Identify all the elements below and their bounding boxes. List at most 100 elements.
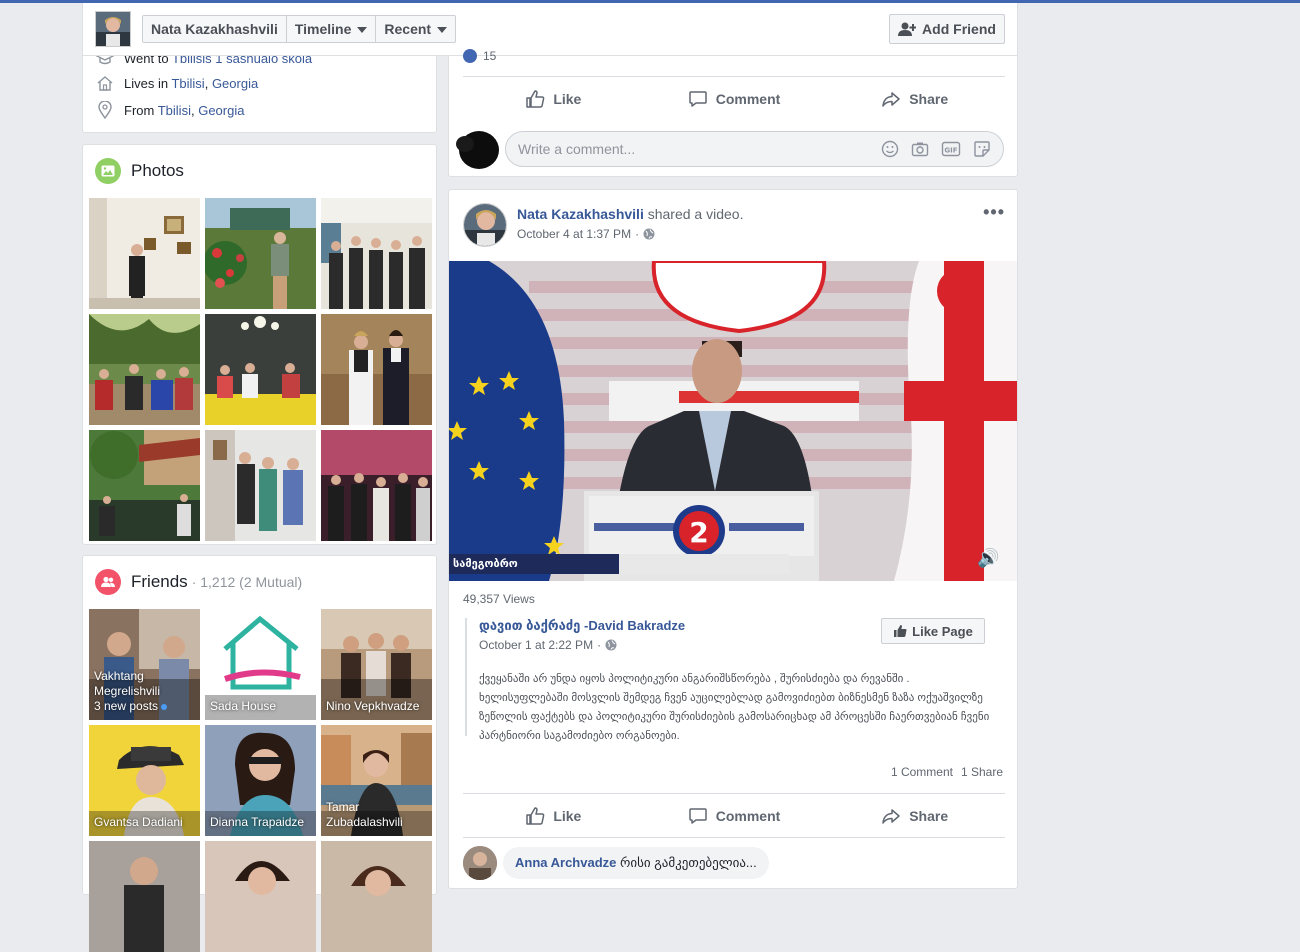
- photo-thumbnail[interactable]: [89, 430, 200, 541]
- school-link[interactable]: Tbilisis 1 sashualo skola: [172, 56, 312, 66]
- location-pin-icon: [96, 101, 114, 119]
- commenter-avatar[interactable]: [463, 846, 497, 880]
- friends-header[interactable]: Friends · 1,212 (2 Mutual): [95, 569, 302, 595]
- shares-count[interactable]: 1 Share: [961, 765, 1003, 779]
- photo-thumbnail[interactable]: [321, 198, 432, 309]
- timeline-dropdown[interactable]: Timeline: [287, 16, 377, 42]
- lives-city-link[interactable]: Tbilisi: [171, 76, 204, 91]
- lives-prefix: Lives in: [124, 75, 169, 91]
- profile-nav: Nata Kazakhashvili Timeline Recent: [142, 15, 457, 43]
- intro-from-row: From Tbilisi, Georgia: [96, 100, 244, 120]
- svg-text:GIF: GIF: [944, 147, 957, 155]
- photo-thumbnail[interactable]: [321, 314, 432, 425]
- photo-thumbnail[interactable]: [89, 198, 200, 309]
- photos-header[interactable]: Photos: [95, 158, 184, 184]
- globe-icon: [643, 228, 655, 240]
- photo-thumbnail[interactable]: [321, 430, 432, 541]
- thumbs-up-icon: [526, 806, 545, 825]
- like-page-label: Like Page: [912, 623, 973, 639]
- friend-name: Dianna Trapaidze: [210, 815, 305, 829]
- recent-dropdown[interactable]: Recent: [376, 16, 455, 42]
- share-button[interactable]: Share: [824, 77, 1005, 120]
- friend-tile[interactable]: Gvantsa Dadiani: [89, 725, 200, 836]
- video-banner-caption: სამეგობრო: [453, 557, 518, 570]
- photo-thumbnail[interactable]: [89, 314, 200, 425]
- shared-timestamp[interactable]: October 1 at 2:22 PM: [479, 638, 593, 652]
- speaker-icon[interactable]: 🔊: [977, 547, 999, 569]
- svg-text:2: 2: [689, 516, 708, 549]
- comments-count[interactable]: 1 Comment: [891, 765, 953, 779]
- thumbs-up-icon: [894, 625, 907, 637]
- add-friend-icon: [898, 22, 917, 36]
- previous-post-card: 15 Like Comment Share Write a comment...…: [448, 49, 1018, 177]
- friend-new-posts: 3 new posts: [94, 699, 159, 713]
- comment-bubble: Anna Archvadze რისი გამკეთებელია...: [503, 847, 769, 879]
- went-to-prefix: Went to: [124, 56, 169, 66]
- profile-name-tab[interactable]: Nata Kazakhashvili: [143, 16, 287, 42]
- friend-name: Gvantsa Dadiani: [94, 815, 183, 829]
- like-label: Like: [553, 807, 582, 824]
- post-action-bar: Like Comment Share: [463, 76, 1005, 120]
- friend-tile[interactable]: [205, 841, 316, 952]
- photos-icon: [95, 158, 121, 184]
- share-label: Share: [909, 90, 949, 107]
- friend-name: Nino Vepkhvadze: [326, 699, 420, 713]
- like-page-button[interactable]: Like Page: [881, 618, 985, 644]
- post-options-icon[interactable]: •••: [983, 202, 1005, 223]
- comment-label: Comment: [715, 807, 781, 824]
- post-action-text: shared a video.: [647, 206, 744, 222]
- from-country-link[interactable]: Georgia: [198, 103, 244, 118]
- friend-tile[interactable]: Sada House: [205, 609, 316, 720]
- emoji-icon[interactable]: [881, 140, 899, 158]
- photo-thumbnail[interactable]: [205, 430, 316, 541]
- profile-avatar[interactable]: [95, 11, 131, 47]
- like-button[interactable]: Like: [463, 794, 644, 837]
- from-prefix: From: [124, 102, 155, 118]
- timeline-label: Timeline: [294, 21, 352, 37]
- comment-button[interactable]: Comment: [644, 794, 825, 837]
- camera-icon[interactable]: [911, 140, 929, 158]
- post-author-avatar[interactable]: [463, 203, 507, 247]
- friend-tile[interactable]: Tamar Zubadalashvili: [321, 725, 432, 836]
- chevron-down-icon: [357, 27, 368, 33]
- friend-name: Vakhtang Megrelishvili: [94, 669, 161, 698]
- friends-card: Friends · 1,212 (2 Mutual) Vakhtang Megr…: [82, 555, 437, 952]
- comment-author[interactable]: Anna Archvadze: [515, 855, 616, 870]
- friend-tile[interactable]: Nino Vepkhvadze: [321, 609, 432, 720]
- video-player[interactable]: 2 🔊 სამეგობრო: [449, 261, 1017, 581]
- friends-title: Friends: [131, 572, 188, 591]
- lives-country-link[interactable]: Georgia: [212, 76, 258, 91]
- gif-icon[interactable]: GIF: [941, 140, 961, 158]
- photo-thumbnail[interactable]: [205, 314, 316, 425]
- sticker-icon[interactable]: [973, 140, 991, 158]
- intro-card: Went to Tbilisis 1 sashualo skola Lives …: [82, 56, 437, 133]
- add-friend-button[interactable]: Add Friend: [889, 14, 1005, 44]
- share-button[interactable]: Share: [824, 794, 1005, 837]
- friend-tile[interactable]: Dianna Trapaidze: [205, 725, 316, 836]
- friend-tile[interactable]: [321, 841, 432, 952]
- from-city-link[interactable]: Tbilisi: [158, 103, 191, 118]
- chevron-down-icon: [437, 27, 448, 33]
- share-arrow-icon: [882, 808, 900, 824]
- recent-label: Recent: [384, 21, 432, 37]
- post-timestamp[interactable]: October 4 at 1:37 PM: [517, 227, 631, 241]
- like-button[interactable]: Like: [463, 77, 644, 120]
- post-author-name[interactable]: Nata Kazakhashvili: [517, 206, 644, 222]
- profile-sticky-header: Nata Kazakhashvili Timeline Recent Add F…: [82, 3, 1018, 56]
- new-posts-dot-icon: [161, 703, 168, 710]
- photos-title: Photos: [131, 161, 184, 180]
- reaction-summary[interactable]: 15: [463, 49, 496, 63]
- friend-tile[interactable]: Vakhtang Megrelishvili 3 new posts: [89, 609, 200, 720]
- photos-grid: [89, 198, 432, 541]
- intro-education-row: Went to Tbilisis 1 sashualo skola: [96, 56, 312, 68]
- photos-card: Photos: [82, 144, 437, 545]
- write-comment-input[interactable]: Write a comment... GIF: [505, 131, 1004, 167]
- photo-thumbnail[interactable]: [205, 198, 316, 309]
- friend-tile[interactable]: [89, 841, 200, 952]
- comment-button[interactable]: Comment: [644, 77, 825, 120]
- globe-icon: [605, 639, 617, 651]
- friend-name: Sada House: [210, 699, 277, 713]
- video-views-count: 49,357 Views: [463, 592, 535, 606]
- shared-original-post: დავით ბაქრაძე -David Bakradze October 1 …: [465, 618, 1005, 742]
- shared-post-text: ქვეყანაში არ უნდა იყოს პოლიტიკური ანგარი…: [479, 673, 990, 742]
